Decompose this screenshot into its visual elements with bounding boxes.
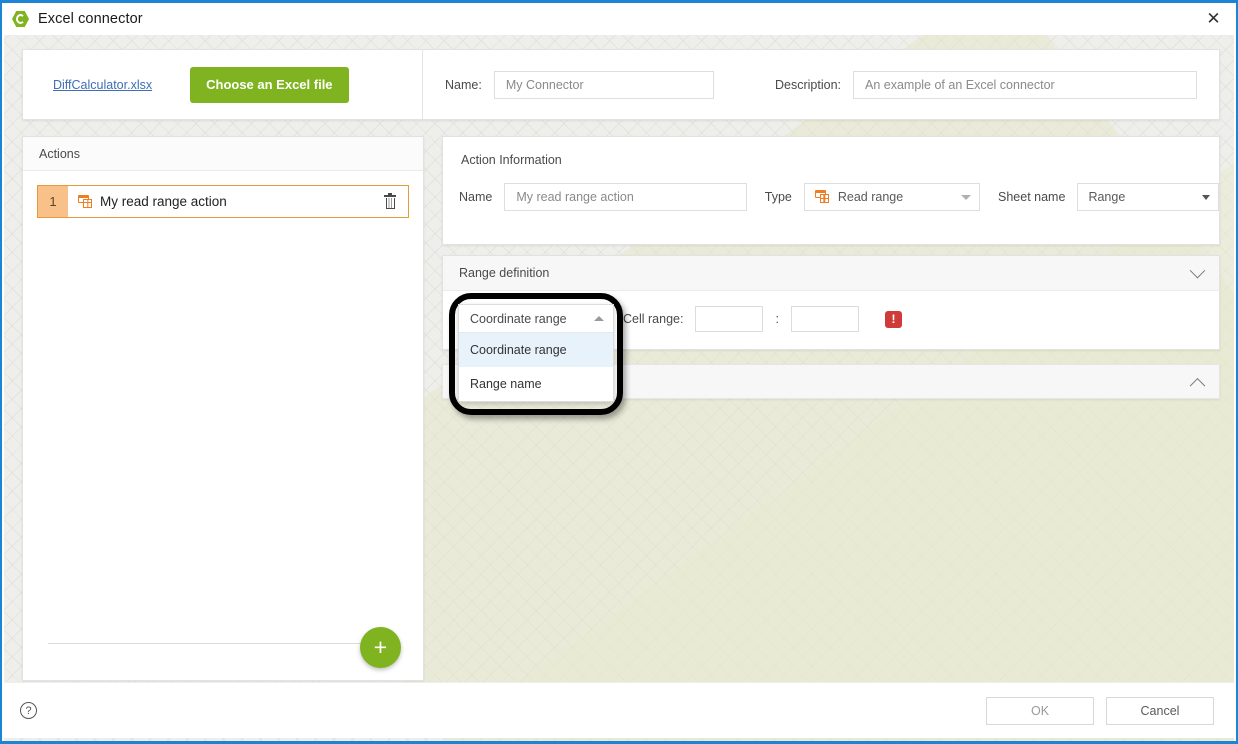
cancel-button[interactable]: Cancel	[1106, 697, 1214, 725]
caret-up-icon	[594, 316, 604, 321]
action-item-body[interactable]: My read range action	[68, 186, 372, 217]
cell-range-end-input[interactable]	[791, 306, 859, 332]
footer-buttons: OK Cancel	[986, 697, 1214, 725]
app-logo-icon	[12, 11, 29, 28]
connector-description-label: Description:	[775, 78, 841, 92]
action-list-item[interactable]: 1 My read range action	[37, 185, 409, 218]
action-information-card: Action Information Name My read range ac…	[442, 136, 1220, 245]
actions-panel-header: Actions	[23, 137, 423, 171]
range-type-selected-value: Coordinate range	[470, 312, 594, 326]
excel-file-link[interactable]: DiffCalculator.xlsx	[53, 78, 152, 92]
title-bar: Excel connector ✕	[2, 3, 1236, 35]
choose-excel-file-button[interactable]: Choose an Excel file	[190, 67, 348, 103]
add-action-button[interactable]: +	[360, 627, 401, 668]
cell-range-start-input[interactable]	[695, 306, 763, 332]
window-title: Excel connector	[38, 11, 143, 27]
range-definition-header[interactable]: Range definition	[443, 256, 1219, 291]
dropdown-option-range-name[interactable]: Range name	[459, 367, 613, 401]
chevron-up-icon	[1190, 378, 1206, 394]
action-type-select[interactable]: Read range	[804, 183, 980, 211]
excel-connector-dialog: Excel connector ✕ DiffCalculator.xlsx Ch…	[0, 0, 1238, 744]
read-range-icon	[815, 190, 830, 204]
range-definition-title: Range definition	[459, 266, 549, 280]
actions-panel-divider	[48, 643, 366, 644]
connector-header-card: DiffCalculator.xlsx Choose an Excel file…	[22, 49, 1220, 120]
read-range-icon	[78, 195, 93, 209]
action-information-fields: Name My read range action Type Read rang…	[443, 167, 1219, 211]
action-information-title: Action Information	[443, 137, 1219, 167]
connector-description-group: Description: An example of an Excel conn…	[735, 71, 1219, 99]
chevron-down-icon	[1190, 262, 1206, 278]
connector-name-group: Name: My Connector	[423, 71, 735, 99]
cell-range-label: Cell range:	[623, 312, 683, 326]
help-question-icon[interactable]: ?	[20, 702, 37, 719]
trash-icon[interactable]	[372, 186, 408, 217]
chevron-down-icon	[1202, 195, 1210, 200]
action-index-badge: 1	[38, 186, 68, 217]
dropdown-option-coordinate-range[interactable]: Coordinate range	[459, 333, 613, 367]
action-name-input[interactable]: My read range action	[504, 183, 746, 211]
dialog-footer: ? OK Cancel	[4, 682, 1234, 738]
connector-name-label: Name:	[445, 78, 482, 92]
sheet-name-select[interactable]: Range	[1077, 183, 1219, 211]
action-type-label: Type	[765, 190, 792, 204]
connector-description-input[interactable]: An example of an Excel connector	[853, 71, 1197, 99]
action-item-label: My read range action	[100, 194, 227, 209]
cell-range-separator: :	[775, 312, 778, 326]
action-type-value: Read range	[838, 190, 953, 204]
range-type-dropdown-trigger[interactable]: Coordinate range	[459, 305, 613, 333]
actions-panel: Actions 1 My read range action +	[22, 136, 424, 681]
file-chooser-group: DiffCalculator.xlsx Choose an Excel file	[23, 50, 423, 119]
sheet-name-label: Sheet name	[998, 190, 1065, 204]
close-icon[interactable]: ✕	[1191, 3, 1236, 34]
error-exclamation-icon[interactable]: !	[885, 311, 902, 328]
range-type-dropdown[interactable]: Coordinate range Coordinate range Range …	[458, 304, 614, 402]
ok-button[interactable]: OK	[986, 697, 1094, 725]
chevron-down-icon	[961, 195, 971, 200]
sheet-name-value: Range	[1088, 190, 1202, 204]
action-name-label: Name	[459, 190, 492, 204]
connector-name-input[interactable]: My Connector	[494, 71, 714, 99]
